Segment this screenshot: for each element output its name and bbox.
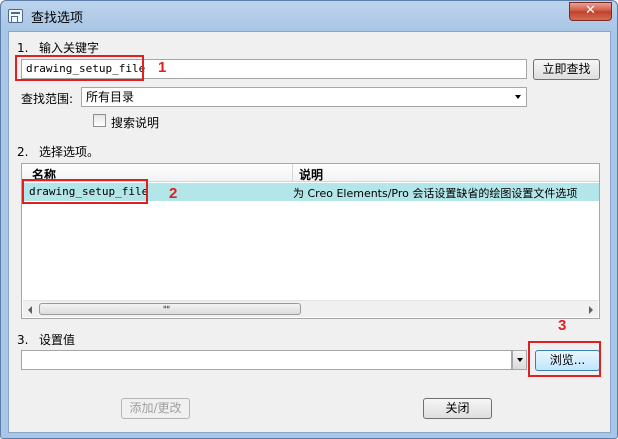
scroll-left-icon[interactable] (28, 306, 32, 314)
setting-value-input[interactable] (21, 350, 512, 370)
scope-select[interactable]: 所有目录 (81, 87, 527, 107)
horizontal-scrollbar[interactable] (23, 300, 598, 317)
search-now-button[interactable]: 立即查找 (533, 59, 600, 80)
annotation-box-3 (528, 341, 601, 377)
section-3-number: 3. (17, 333, 29, 347)
close-button[interactable]: 关闭 (423, 398, 492, 419)
annotation-number-3: 3 (558, 317, 567, 334)
chevron-down-icon[interactable] (512, 350, 527, 370)
dialog-icon (8, 9, 23, 23)
dialog-body: 1. 输入关键字 drawing_setup_file 立即查找 查找范围: 所有… (8, 31, 611, 433)
section-2-number: 2. (17, 145, 29, 159)
section-3-label: 设置值 (39, 333, 76, 347)
annotation-box-1 (15, 55, 144, 81)
section-3-heading: 3. 设置值 (17, 331, 75, 348)
scroll-right-icon[interactable] (589, 306, 593, 314)
search-description-checkbox[interactable] (93, 114, 106, 127)
search-description-label: 搜索说明 (111, 116, 160, 130)
annotation-box-2 (22, 179, 148, 204)
section-1-label: 输入关键字 (39, 41, 100, 55)
close-window-button[interactable]: ✕ (569, 2, 612, 21)
column-divider[interactable] (292, 164, 293, 182)
section-1-number: 1. (17, 41, 29, 55)
annotation-number-2: 2 (169, 185, 178, 202)
section-2-heading: 2. 选择选项。 (17, 143, 99, 160)
scope-label: 查找范围: (21, 92, 74, 106)
column-header-description[interactable]: 说明 (299, 166, 323, 183)
scrollbar-thumb[interactable] (39, 303, 301, 315)
scope-selected-value: 所有目录 (86, 90, 135, 104)
chevron-down-icon (511, 88, 526, 106)
title-bar[interactable]: 查找选项 ✕ (1, 1, 617, 31)
window-title: 查找选项 (31, 11, 84, 26)
find-option-dialog: 查找选项 ✕ 1. 输入关键字 drawing_setup_file 立即查找 查… (0, 0, 618, 439)
add-change-button[interactable]: 添加/更改 (121, 398, 190, 419)
row-description-cell: 为 Creo Elements/Pro 会话设置缺省的绘图设置文件选项 (293, 187, 578, 200)
annotation-number-1: 1 (158, 59, 167, 76)
section-1-heading: 1. 输入关键字 (17, 39, 99, 56)
section-2-label: 选择选项。 (39, 145, 100, 159)
